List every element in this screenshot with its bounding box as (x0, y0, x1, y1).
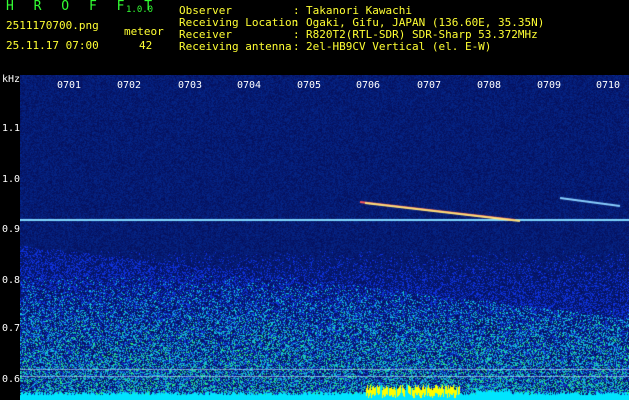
app-version: 1.0.0 (126, 5, 154, 15)
y-axis-unit: kHz (2, 74, 21, 85)
x-tick-label: 0703 (178, 80, 203, 91)
y-tick-label: 1.0 (2, 174, 21, 185)
info-key-antenna: Receiving antenna (179, 40, 292, 53)
x-tick-label: 0702 (117, 80, 142, 91)
x-tick-label: 0709 (537, 80, 562, 91)
x-tick-label: 0707 (417, 80, 442, 91)
x-tick-label: 0705 (297, 80, 322, 91)
x-tick-label: 0704 (237, 80, 262, 91)
y-tick-label: 1.1 (2, 123, 21, 134)
x-tick-label: 0708 (477, 80, 502, 91)
y-tick-label: 0.6 (2, 374, 21, 385)
file-name: 2511170700.png (6, 19, 99, 32)
date-time: 25.11.17 07:00 (6, 39, 99, 52)
info-sep: : (293, 40, 300, 53)
counter-value: 42 (139, 39, 153, 52)
counter-label: meteor (124, 25, 164, 38)
y-tick-label: 0.8 (2, 275, 21, 286)
y-axis: kHz 1.1 1.0 0.9 0.8 0.7 0.6 (0, 75, 20, 400)
x-tick-label: 0706 (356, 80, 381, 91)
spectrogram-canvas (20, 75, 629, 400)
info-value-antenna: 2el-HB9CV Vertical (el. E-W) (306, 40, 492, 53)
y-tick-label: 0.9 (2, 224, 21, 235)
x-tick-label: 0710 (596, 80, 621, 91)
y-tick-label: 0.7 (2, 323, 21, 334)
x-tick-label: 0701 (57, 80, 82, 91)
header-panel: H R O F F T 1.0.0 2511170700.png 25.11.1… (0, 0, 629, 75)
